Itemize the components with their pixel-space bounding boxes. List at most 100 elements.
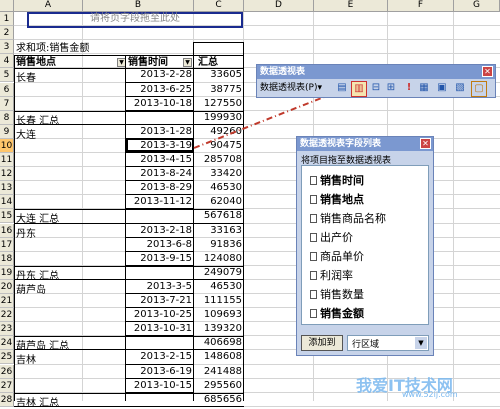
sales-amount: 62040 [210, 196, 242, 208]
row-header[interactable]: 6 [0, 82, 14, 97]
pivot-toolbar[interactable]: 数据透视表 ✕ 数据透视表(P)▾ ▤ ▥ ⊟ ⊞ ! ▦ ▣ ▧ ▢ [256, 64, 496, 98]
column-header-e[interactable]: E [314, 0, 388, 12]
row-header[interactable]: 9 [0, 124, 14, 139]
row-divider [125, 152, 194, 153]
row-header[interactable]: 7 [0, 96, 14, 111]
chart-wizard-icon[interactable]: ▥ [351, 81, 367, 97]
field-item[interactable]: 出产价 [310, 229, 353, 245]
row-divider [125, 377, 194, 379]
sale-date: 2013-2-15 [140, 351, 192, 363]
row-divider [125, 293, 194, 294]
field-list-title: 数据透视表字段列表 [297, 137, 433, 151]
close-icon[interactable]: ✕ [482, 66, 493, 77]
row-header[interactable]: 28 [0, 392, 14, 407]
pivot-toolbar-title: 数据透视表 [257, 65, 495, 79]
row-divider [125, 95, 194, 97]
field-item[interactable]: 销售时间 [310, 172, 364, 188]
row-divider [125, 236, 194, 238]
row-header[interactable]: 27 [0, 378, 14, 393]
field-item[interactable]: 销售金额 [310, 305, 364, 321]
field-icon [310, 233, 317, 242]
subtotal-value: 685656 [203, 393, 242, 405]
column-header-f[interactable]: F [388, 0, 454, 12]
row-header[interactable]: 2 [0, 26, 14, 41]
subtotal-border [14, 265, 244, 267]
watermark-url: www.52ij.com [402, 390, 458, 399]
field-item[interactable]: 利润率 [310, 267, 353, 283]
sales-amount: 295560 [203, 379, 242, 391]
select-all-corner[interactable] [0, 0, 14, 12]
refresh-icon[interactable]: ! [402, 81, 416, 95]
row-header[interactable]: 15 [0, 209, 14, 224]
sales-amount: 46530 [210, 280, 242, 292]
row-header[interactable]: 22 [0, 308, 14, 323]
field-item[interactable]: 销售地点 [310, 191, 364, 207]
sales-amount: 46530 [210, 182, 242, 194]
field-item[interactable]: 销售商品名称 [310, 210, 386, 226]
row-header[interactable]: 11 [0, 153, 14, 168]
field-icon [310, 271, 317, 280]
row-header[interactable]: 16 [0, 223, 14, 238]
active-cell[interactable] [126, 138, 194, 152]
pivot-border [193, 42, 244, 43]
time-dropdown-icon[interactable]: ▼ [183, 58, 192, 67]
show-detail-icon[interactable]: ⊞ [384, 81, 398, 95]
chevron-down-icon[interactable]: ▼ [415, 337, 427, 349]
row-header[interactable]: 17 [0, 237, 14, 252]
area-select[interactable]: 行区域 ▼ [347, 335, 429, 351]
row-header[interactable]: 1 [0, 12, 14, 27]
row-header[interactable]: 14 [0, 195, 14, 210]
field-icon [310, 176, 317, 185]
format-report-icon[interactable]: ▤ [335, 81, 349, 95]
field-name: 出产价 [320, 231, 353, 244]
hide-detail-icon[interactable]: ⊟ [369, 81, 383, 95]
row-header[interactable]: 4 [0, 54, 14, 69]
row-header[interactable]: 18 [0, 251, 14, 266]
region-field-header[interactable]: 销售地点 [16, 56, 56, 69]
sale-date: 2013-7-21 [140, 295, 192, 306]
field-name: 销售数量 [320, 288, 364, 301]
field-name: 销售金额 [320, 307, 364, 320]
grid-line [14, 39, 500, 41]
show-items-icon[interactable]: ▣ [435, 81, 449, 95]
column-header-d[interactable]: D [244, 0, 314, 12]
row-header[interactable]: 19 [0, 265, 14, 280]
table-options-icon[interactable]: ▢ [471, 81, 487, 97]
field-name: 销售商品名称 [320, 212, 386, 225]
row-header[interactable]: 5 [0, 68, 14, 83]
column-header-a[interactable]: A [14, 0, 83, 12]
row-header[interactable]: 10 [0, 138, 14, 153]
column-header-b[interactable]: B [83, 0, 194, 12]
field-item[interactable]: 商品单价 [310, 248, 364, 264]
row-header[interactable]: 13 [0, 181, 14, 196]
row-header[interactable]: 20 [0, 279, 14, 294]
field-name: 商品单价 [320, 250, 364, 263]
sales-amount: 91836 [210, 238, 242, 250]
row-header[interactable]: 26 [0, 364, 14, 379]
row-header[interactable]: 3 [0, 40, 14, 55]
region-label: 葫芦岛 [16, 284, 46, 296]
time-field-header[interactable]: 销售时间 [128, 56, 168, 69]
sale-date: 2013-3-5 [146, 280, 192, 292]
column-header-c[interactable]: C [194, 0, 244, 12]
pivot-menu-button[interactable]: 数据透视表(P)▾ [260, 82, 322, 94]
close-icon[interactable]: ✕ [420, 138, 431, 149]
column-header-g[interactable]: G [454, 0, 500, 12]
field-settings-icon[interactable]: ▦ [417, 81, 431, 95]
field-item[interactable]: 销售数量 [310, 286, 364, 302]
row-header[interactable]: 8 [0, 110, 14, 125]
row-header[interactable]: 12 [0, 167, 14, 182]
data-field-label: 求和项:销售金额 [16, 43, 90, 54]
sale-date: 2013-2-28 [140, 69, 192, 81]
field-list-panel[interactable]: 数据透视表字段列表 ✕ 将项目拖至数据透视表 销售时间 销售地点 销售商品名称 出产价… [296, 136, 434, 356]
sale-date: 2013-10-15 [133, 379, 192, 391]
row-header[interactable]: 21 [0, 294, 14, 309]
field-name: 销售地点 [320, 193, 364, 206]
subtotal-border [14, 405, 244, 407]
row-header[interactable]: 23 [0, 322, 14, 337]
row-header[interactable]: 24 [0, 336, 14, 351]
add-to-button[interactable]: 添加到 [301, 335, 343, 351]
field-list-icon[interactable]: ▧ [453, 81, 467, 95]
field-name: 利润率 [320, 269, 353, 282]
row-header[interactable]: 25 [0, 350, 14, 365]
